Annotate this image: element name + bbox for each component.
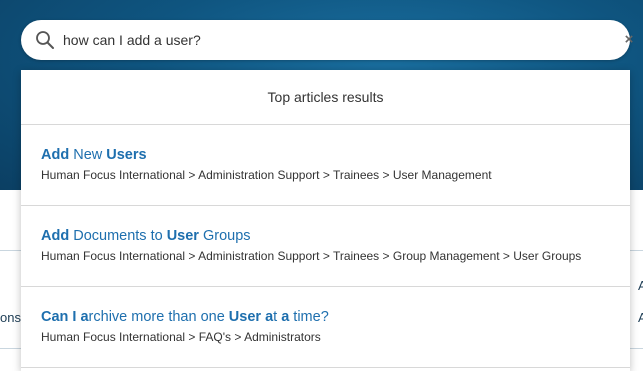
search-result-item[interactable]: Add New Users Human Focus International >…	[21, 125, 630, 206]
search-icon	[35, 30, 55, 50]
result-title-part: t	[273, 309, 282, 325]
result-title-link[interactable]: Add New Users	[41, 147, 610, 163]
result-title-part: Add	[41, 147, 70, 163]
search-input[interactable]	[63, 28, 583, 52]
search-result-item[interactable]: Can I archive more than one User at a ti…	[21, 287, 630, 368]
result-title-part: rchive more than one	[88, 309, 229, 325]
background-text-right: A	[638, 278, 643, 293]
result-title-part: Documents to	[69, 228, 167, 244]
clear-search-icon[interactable]: ×	[621, 32, 637, 48]
result-title-part: Users	[106, 147, 147, 163]
result-title-part: Groups	[198, 228, 251, 244]
result-title-part: User	[166, 228, 199, 244]
background-text-right-2: A	[638, 310, 643, 325]
results-list: Add New Users Human Focus International >…	[21, 125, 630, 368]
result-title-part: time?	[289, 309, 329, 325]
result-breadcrumb: Human Focus International > Administrati…	[41, 249, 582, 263]
result-title-part: New	[69, 147, 107, 163]
result-title-part: Add	[41, 228, 70, 244]
search-bar[interactable]: ×	[21, 20, 633, 60]
result-title-part: Can I a	[41, 309, 89, 325]
search-results-dropdown: Top articles results Add New Users Human …	[21, 70, 630, 371]
background-text-left: ons	[0, 310, 21, 325]
result-breadcrumb: Human Focus International > FAQ's > Admi…	[41, 330, 321, 344]
result-title-link[interactable]: Can I archive more than one User at a ti…	[41, 309, 610, 325]
result-breadcrumb: Human Focus International > Administrati…	[41, 168, 492, 182]
result-title-part: User a	[228, 309, 274, 325]
result-title-link[interactable]: Add Documents to User Groups	[41, 228, 610, 244]
results-header: Top articles results	[21, 70, 630, 125]
search-result-item[interactable]: Add Documents to User Groups Human Focus …	[21, 206, 630, 287]
